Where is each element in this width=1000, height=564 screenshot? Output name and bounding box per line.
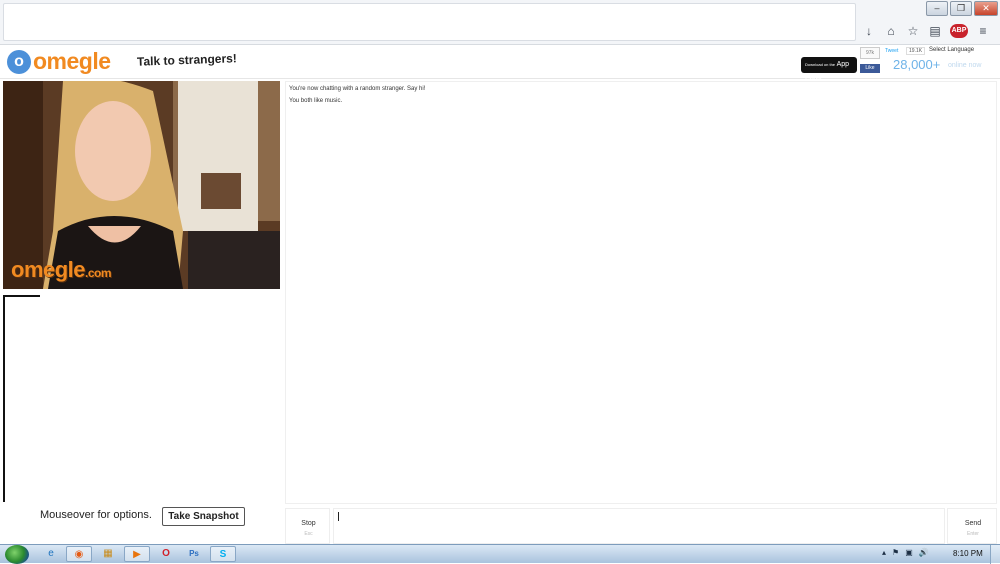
taskbar: e ◉ ▦ ▶ O Ps S ▴ ⚑ ▣ 🔊 8:10 PM xyxy=(0,544,1000,564)
start-button[interactable] xyxy=(5,545,29,564)
close-button[interactable]: ✕ xyxy=(974,1,998,16)
maximize-button[interactable]: ❐ xyxy=(950,1,972,16)
status-message: You're now chatting with a random strang… xyxy=(289,86,426,92)
take-snapshot-button[interactable]: Take Snapshot xyxy=(162,507,245,526)
language-select[interactable]: Select Language xyxy=(929,47,974,53)
social-count-badge: 97k xyxy=(860,47,880,59)
address-bar[interactable] xyxy=(3,3,856,41)
system-tray: ▴ ⚑ ▣ 🔊 xyxy=(882,548,929,557)
file-explorer-icon[interactable]: ▦ xyxy=(95,546,121,562)
site-header: o omegle Talk to strangers! Download on … xyxy=(0,45,1000,84)
online-count: 28,000+ xyxy=(893,57,941,72)
action-center-icon[interactable]: ⚑ xyxy=(892,548,899,557)
self-video[interactable] xyxy=(3,295,280,502)
show-hidden-icons-icon[interactable]: ▴ xyxy=(882,548,886,557)
home-icon[interactable]: ⌂ xyxy=(884,24,898,38)
chat-log: You're now chatting with a random strang… xyxy=(285,81,997,504)
send-label: Send xyxy=(964,520,982,527)
browser-chrome: – ❐ ✕ ↓ ⌂ ☆ ▤ ABP ≡ xyxy=(0,0,1000,45)
online-label: online now xyxy=(948,62,982,69)
show-desktop-button[interactable] xyxy=(990,545,1000,564)
window-controls: – ❐ ✕ xyxy=(926,1,998,16)
omegle-watermark: omegle.com xyxy=(11,257,112,283)
omegle-logo[interactable]: o omegle xyxy=(7,48,111,75)
stop-shortcut-hint: Esc xyxy=(304,531,313,537)
app-store-badge[interactable]: Download on the App Store xyxy=(801,57,857,84)
send-button[interactable]: Send Enter xyxy=(947,508,997,544)
firefox-icon[interactable]: ◉ xyxy=(66,546,92,562)
ie-icon[interactable]: e xyxy=(38,546,64,562)
download-icon[interactable]: ↓ xyxy=(862,24,876,38)
app-store-small-text: Download on the xyxy=(805,62,836,67)
common-interest-message: You both like music. xyxy=(289,98,343,104)
facebook-like-button[interactable]: Like xyxy=(860,64,880,73)
network-icon[interactable]: ▣ xyxy=(905,548,913,557)
stop-button[interactable]: Stop Esc xyxy=(285,508,330,544)
self-video-border xyxy=(5,295,40,297)
skype-icon[interactable]: S xyxy=(210,546,236,562)
reading-list-icon[interactable]: ▤ xyxy=(928,24,942,38)
tweet-count: 19.1K xyxy=(906,47,926,55)
logo-text: omegle xyxy=(33,48,111,74)
tagline: Talk to strangers! xyxy=(136,51,238,69)
adblock-icon[interactable]: ABP xyxy=(950,24,968,38)
watermark-main: omegle xyxy=(11,257,86,282)
send-shortcut-hint: Enter xyxy=(967,531,979,537)
stop-label: Stop xyxy=(301,520,316,527)
video-options-hint: Mouseover for options. xyxy=(40,509,152,521)
browser-toolbar: ↓ ⌂ ☆ ▤ ABP ≡ xyxy=(862,24,990,38)
clock[interactable]: 8:10 PM xyxy=(953,549,983,558)
bookmark-star-icon[interactable]: ☆ xyxy=(906,24,920,38)
photoshop-icon[interactable]: Ps xyxy=(181,546,207,562)
message-input[interactable] xyxy=(333,508,945,544)
tweet-button[interactable]: Tweet xyxy=(885,48,898,54)
opera-icon[interactable]: O xyxy=(153,546,179,562)
menu-icon[interactable]: ≡ xyxy=(976,24,990,38)
media-player-icon[interactable]: ▶ xyxy=(124,546,150,562)
volume-icon[interactable]: 🔊 xyxy=(919,548,929,557)
stranger-video: omegle.com xyxy=(3,81,280,289)
minimize-button[interactable]: – xyxy=(926,1,948,16)
text-cursor xyxy=(338,512,339,521)
watermark-suffix: .com xyxy=(85,266,112,280)
logo-mark-icon: o xyxy=(7,49,31,74)
